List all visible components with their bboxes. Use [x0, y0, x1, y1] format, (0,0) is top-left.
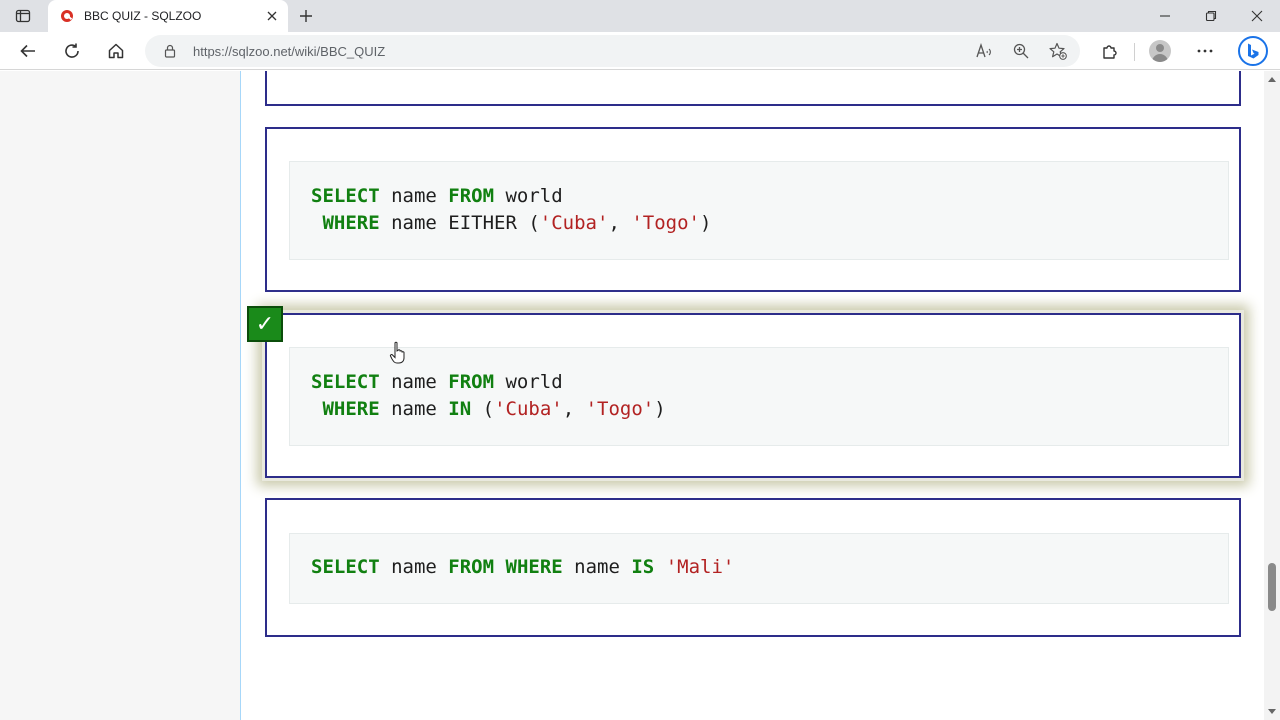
sql-code: SELECT name FROM world WHERE name IN ('C… [311, 371, 666, 420]
home-icon [108, 43, 124, 59]
scrollbar-thumb[interactable] [1268, 563, 1276, 611]
plus-icon [300, 10, 312, 22]
browser-tab[interactable]: BBC QUIZ - SQLZOO [48, 0, 288, 32]
tab-bar: BBC QUIZ - SQLZOO [0, 0, 1280, 32]
url-text[interactable]: https://sqlzoo.net/wiki/BBC_QUIZ [193, 44, 385, 59]
read-aloud-icon [976, 43, 991, 58]
new-tab-button[interactable] [294, 4, 318, 28]
tab-title: BBC QUIZ - SQLZOO [84, 9, 202, 23]
back-button[interactable] [16, 39, 40, 63]
answer-option[interactable]: SELECT name FROM world WHERE name EITHER… [265, 127, 1241, 292]
restore-button[interactable] [1201, 6, 1221, 26]
extensions-button[interactable] [1098, 39, 1122, 63]
code-block: SELECT name FROM WHERE name IS 'Mali' [289, 533, 1229, 604]
close-icon [1251, 10, 1263, 22]
sidebar-toggle-icon [15, 9, 31, 23]
minimize-button[interactable] [1155, 6, 1175, 26]
back-icon [20, 44, 35, 58]
code-block: SELECT name FROM world WHERE name EITHER… [289, 161, 1229, 260]
zoom-icon [1013, 43, 1029, 59]
bing-icon [1248, 43, 1259, 59]
zoom-button[interactable] [1011, 41, 1031, 61]
code-block: SELECT name FROM world WHERE name IN ('C… [289, 347, 1229, 446]
home-button[interactable] [104, 39, 128, 63]
profile-avatar[interactable] [1149, 40, 1171, 62]
answer-option-previous[interactable] [265, 71, 1241, 106]
browser-toolbar: https://sqlzoo.net/wiki/BBC_QUIZ [0, 32, 1280, 70]
refresh-icon [65, 43, 79, 58]
vertical-scrollbar[interactable] [1264, 71, 1280, 720]
scroll-down-icon[interactable] [1267, 708, 1277, 716]
lock-icon [164, 44, 176, 58]
correct-check-icon: ✓ [247, 306, 283, 342]
scroll-up-icon[interactable] [1267, 75, 1277, 83]
extensions-icon [1103, 45, 1117, 59]
tab-close-button[interactable] [264, 8, 280, 24]
address-bar[interactable]: https://sqlzoo.net/wiki/BBC_QUIZ [145, 35, 1080, 67]
tab-actions-button[interactable] [8, 4, 38, 28]
read-aloud-button[interactable] [975, 41, 995, 61]
window-close-button[interactable] [1247, 6, 1267, 26]
restore-icon [1205, 10, 1217, 22]
sql-code: SELECT name FROM WHERE name IS 'Mali' [311, 556, 735, 578]
left-sidebar [0, 71, 241, 720]
bing-button[interactable] [1238, 36, 1268, 66]
page-viewport: SELECT name FROM world WHERE name EITHER… [0, 71, 1264, 720]
refresh-button[interactable] [60, 39, 84, 63]
more-icon [1197, 49, 1213, 53]
toolbar-separator [1134, 43, 1135, 61]
minimize-icon [1160, 15, 1170, 17]
answer-option[interactable]: SELECT name FROM WHERE name IS 'Mali' [265, 498, 1241, 637]
favorites-icon [1049, 42, 1067, 60]
more-button[interactable] [1193, 39, 1217, 63]
sql-code: SELECT name FROM world WHERE name EITHER… [311, 185, 712, 234]
close-icon [267, 11, 277, 21]
add-favorite-button[interactable] [1048, 41, 1068, 61]
answer-option-selected[interactable]: SELECT name FROM world WHERE name IN ('C… [265, 313, 1241, 478]
favicon-icon [61, 10, 73, 22]
hand-cursor-icon [389, 341, 405, 364]
quiz-content: SELECT name FROM world WHERE name EITHER… [242, 71, 1264, 720]
